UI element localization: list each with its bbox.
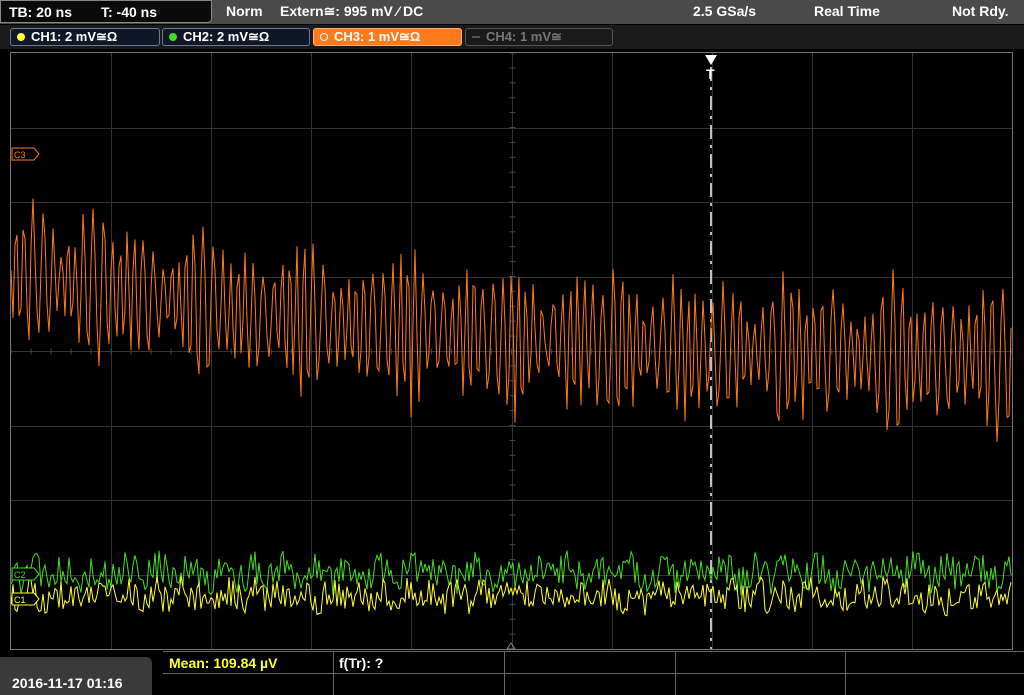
channel-1-dot-icon [17,33,25,41]
measurement-cells [163,651,1024,695]
channel-1-offset-marker[interactable]: C1 [11,592,40,606]
channel-3-dot-icon [320,33,328,41]
datetime-box: 2016-11-17 01:16 [0,657,152,695]
acquisition-mode-label[interactable]: Real Time [814,3,880,19]
channel-4-dash-icon [472,36,480,38]
channel-4-chip[interactable]: CH4: 1 mV≅ [465,28,613,46]
channel-2-chip[interactable]: CH2: 2 mV≅Ω [162,28,310,46]
horizontal-center-icon [506,642,516,650]
trigger-source-label[interactable]: Extern≅: 995 mV ⁄ DC [280,3,423,20]
trigger-mode-label[interactable]: Norm [226,3,263,19]
trigger-frequency-measurement[interactable]: f(Tr): ? [339,655,383,673]
channel-3-label: CH3: 1 mV≅Ω [334,29,421,44]
waveform-svg[interactable]: T C3 C2 C1 [10,52,1013,650]
trigger-position-icon[interactable] [705,55,717,65]
channel-3-chip[interactable]: CH3: 1 mV≅Ω [313,28,462,46]
graticule [10,52,1013,650]
status-bar: TB: 20 ns T: -40 ns Norm Extern≅: 995 mV… [0,0,1024,24]
channel-2-dot-icon [169,33,177,41]
channel-2-offset-marker[interactable]: C2 [11,567,40,581]
svg-text:C2: C2 [14,570,26,580]
svg-text:C3: C3 [14,150,26,160]
timebase-box[interactable]: TB: 20 ns T: -40 ns [0,0,212,23]
datetime-label: 2016-11-17 01:16 [12,675,123,691]
trigger-time-label[interactable]: T: -40 ns [101,4,157,20]
channel-1-label: CH1: 2 mV≅Ω [31,29,118,44]
channel-3-trace [10,198,1012,442]
svg-text:C1: C1 [14,595,26,605]
timebase-label[interactable]: TB: 20 ns [9,4,72,20]
sample-rate-label[interactable]: 2.5 GSa/s [693,3,756,19]
channel-3-offset-marker[interactable]: C3 [11,147,40,161]
trigger-level-marker[interactable]: T [706,66,715,82]
channel-bar: CH1: 2 mV≅Ω CH2: 2 mV≅Ω CH3: 1 mV≅Ω CH4:… [0,25,1024,49]
channel-4-label: CH4: 1 mV≅ [486,29,562,44]
channel-1-chip[interactable]: CH1: 2 mV≅Ω [10,28,160,46]
acquisition-status-label: Not Rdy. [952,3,1009,19]
waveform-display[interactable]: T C3 C2 C1 [10,52,1013,650]
channel-2-label: CH2: 2 mV≅Ω [183,29,270,44]
mean-measurement[interactable]: Mean: 109.84 µV [169,655,277,673]
